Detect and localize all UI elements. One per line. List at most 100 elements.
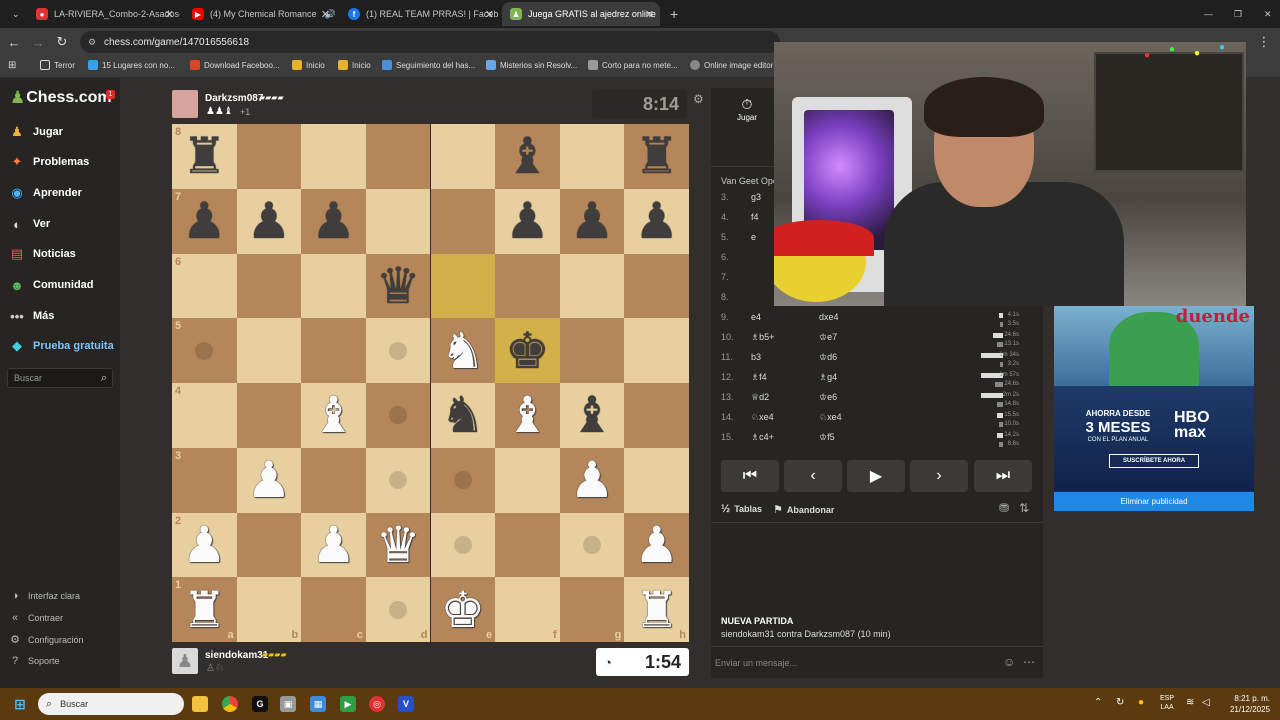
white-piece[interactable]: ♚ bbox=[440, 585, 485, 635]
square-g8[interactable] bbox=[559, 124, 625, 189]
black-piece[interactable]: ♝ bbox=[505, 131, 550, 181]
sidebar-footer-light-ui[interactable]: ◑ Interfaz clara bbox=[8, 590, 80, 602]
black-move[interactable]: ♔e6 bbox=[819, 392, 837, 403]
black-move[interactable]: dxe4 bbox=[819, 312, 839, 322]
square-h6[interactable] bbox=[624, 253, 689, 319]
wifi-icon[interactable]: ≋ bbox=[1186, 697, 1194, 708]
close-icon[interactable]: ✕ bbox=[645, 8, 654, 21]
chrome-icon[interactable] bbox=[222, 696, 238, 712]
avatar[interactable]: ♟ bbox=[172, 648, 198, 674]
square-c6[interactable] bbox=[301, 253, 366, 319]
browser-menu-icon[interactable]: ⋮ bbox=[1256, 34, 1272, 50]
windows-start-icon[interactable]: ⊞ bbox=[12, 696, 28, 712]
close-icon[interactable]: ✕ bbox=[485, 8, 494, 21]
square-h1[interactable]: ♜ h bbox=[624, 577, 689, 642]
move-hint-dot[interactable] bbox=[389, 600, 408, 619]
black-piece[interactable]: ♞ bbox=[440, 390, 485, 440]
coins-icon[interactable]: ⛃ bbox=[999, 501, 1009, 515]
square-f3[interactable] bbox=[495, 447, 560, 513]
black-piece[interactable]: ♚ bbox=[505, 326, 550, 376]
minimize-icon[interactable]: — bbox=[1196, 2, 1214, 26]
square-b4[interactable] bbox=[236, 383, 302, 448]
ad-subscribe-button[interactable]: SUSCRÍBETE AHORA bbox=[1109, 454, 1199, 468]
square-b3[interactable]: ♟ bbox=[236, 447, 302, 513]
forward-icon[interactable]: → bbox=[30, 34, 46, 50]
square-c3[interactable] bbox=[301, 447, 366, 513]
browser-tab-3[interactable]: f (1) REAL TEAM PRRAS! | Faceb ✕ bbox=[340, 2, 500, 26]
sidebar-item-jugar[interactable]: ♟ Jugar bbox=[8, 121, 63, 143]
square-a5[interactable]: 5 bbox=[172, 318, 237, 383]
square-g1[interactable]: g bbox=[559, 577, 625, 642]
white-move[interactable]: b3 bbox=[751, 352, 761, 362]
square-h8[interactable]: ♜ bbox=[624, 124, 689, 189]
square-f6[interactable] bbox=[495, 253, 560, 319]
move-hint-dot[interactable] bbox=[389, 341, 408, 360]
play-button[interactable]: ▶ bbox=[847, 460, 905, 492]
white-piece[interactable]: ♜ bbox=[634, 585, 679, 635]
bookmark-item[interactable]: Seguimiento del has... bbox=[382, 60, 475, 70]
new-tab-button[interactable]: + bbox=[662, 2, 680, 26]
sidebar-footer-collapse[interactable]: «Contraer bbox=[8, 612, 63, 624]
square-a2[interactable]: ♟ 2 bbox=[172, 512, 237, 578]
square-a3[interactable]: 3 bbox=[172, 447, 237, 513]
apps-icon[interactable]: ⊞ bbox=[8, 60, 16, 71]
browser-tab-1[interactable]: ● LA-RIVIERA_Combo-2-Asados- ✕ bbox=[28, 2, 180, 26]
move-hint-dot[interactable] bbox=[453, 471, 472, 490]
move-hint-dot[interactable] bbox=[389, 406, 408, 425]
close-icon[interactable]: ✕ bbox=[165, 8, 174, 21]
square-c8[interactable] bbox=[301, 124, 366, 189]
advertisement[interactable]: duende AHORRA DESDE 3 MESES CON EL PLAN … bbox=[1054, 306, 1254, 511]
square-e5[interactable]: ♞ bbox=[430, 318, 496, 383]
black-piece[interactable]: ♟ bbox=[247, 196, 292, 246]
bookmark-item[interactable]: Corto para no mete... bbox=[588, 60, 678, 70]
next-move-button[interactable]: › bbox=[910, 460, 968, 492]
black-piece[interactable]: ♟ bbox=[505, 196, 550, 246]
chess-board[interactable]: ♜ 8 ♝ ♜ ♟ 7 ♟ ♟ ♟ ♟ ♟ 6 ♛ 5 ♞ ♚ 4 ♝ ♞ ♝ ♝ 3 ♟ ♟ ♟ 2 ♟ ♛ ♟ ♜ 1 a b c d ♚ e f g ♜… bbox=[172, 124, 689, 642]
app-icon[interactable]: ▶ bbox=[340, 696, 356, 712]
address-bar[interactable]: ⚙ chess.com/game/147016556618 bbox=[80, 31, 780, 53]
browser-tab-4-active[interactable]: ♟ Juega GRATIS al ajedrez online ✕ bbox=[502, 2, 660, 26]
black-piece[interactable]: ♜ bbox=[634, 131, 679, 181]
bookmark-item[interactable]: Online image editor bbox=[690, 60, 773, 70]
language-indicator[interactable]: ESP LAA bbox=[1160, 694, 1174, 712]
square-b7[interactable]: ♟ bbox=[236, 188, 302, 254]
taskbar-search[interactable]: ⌕ Buscar bbox=[38, 693, 184, 715]
square-g3[interactable]: ♟ bbox=[559, 447, 625, 513]
sidebar-item-problemas[interactable]: ✦ Problemas bbox=[8, 151, 90, 173]
white-move[interactable]: ♗c4+ bbox=[751, 432, 774, 443]
square-g6[interactable] bbox=[559, 253, 625, 319]
square-f8[interactable]: ♝ bbox=[495, 124, 560, 189]
square-c4[interactable]: ♝ bbox=[301, 383, 366, 448]
file-explorer-icon[interactable] bbox=[192, 696, 208, 712]
square-a8[interactable]: ♜ 8 bbox=[172, 124, 237, 189]
bookmark-item[interactable]: Terror bbox=[40, 60, 75, 70]
white-move[interactable]: ♗f4 bbox=[751, 372, 767, 383]
white-piece[interactable]: ♟ bbox=[247, 455, 292, 505]
app-icon[interactable]: ◎ bbox=[369, 696, 385, 712]
white-move[interactable]: e bbox=[751, 232, 756, 242]
square-b2[interactable] bbox=[236, 512, 302, 578]
square-g2[interactable] bbox=[559, 512, 625, 578]
app-icon[interactable]: G bbox=[252, 696, 268, 712]
square-f2[interactable] bbox=[495, 512, 560, 578]
system-clock[interactable]: 8:21 p. m. 21/12/2025 bbox=[1226, 693, 1270, 715]
square-b5[interactable] bbox=[236, 318, 302, 383]
square-a4[interactable]: 4 bbox=[172, 383, 237, 448]
top-player-name[interactable]: Darkzsm087 bbox=[205, 93, 263, 104]
square-c7[interactable]: ♟ bbox=[301, 188, 366, 254]
bookmark-item[interactable]: Download Faceboo... bbox=[190, 60, 280, 70]
square-c2[interactable]: ♟ bbox=[301, 512, 366, 578]
maximize-icon[interactable]: ❐ bbox=[1226, 2, 1244, 26]
square-e3[interactable] bbox=[430, 447, 496, 513]
opening-name[interactable]: Van Geet Ope bbox=[721, 176, 778, 186]
white-piece[interactable]: ♟ bbox=[634, 520, 679, 570]
flip-board-icon[interactable]: ⇅ bbox=[1019, 501, 1029, 515]
square-d3[interactable] bbox=[365, 447, 431, 513]
reload-icon[interactable]: ↻ bbox=[54, 34, 70, 50]
chess-logo[interactable]: ♟ Chess.com bbox=[10, 88, 112, 108]
sidebar-item-comunidad[interactable]: ☻ Comunidad bbox=[8, 274, 93, 296]
white-move[interactable]: ♗b5+ bbox=[751, 332, 774, 343]
white-piece[interactable]: ♝ bbox=[311, 390, 356, 440]
sidebar-item-mas[interactable]: ••• Más bbox=[8, 305, 54, 327]
calculator-icon[interactable]: ▦ bbox=[310, 696, 326, 712]
